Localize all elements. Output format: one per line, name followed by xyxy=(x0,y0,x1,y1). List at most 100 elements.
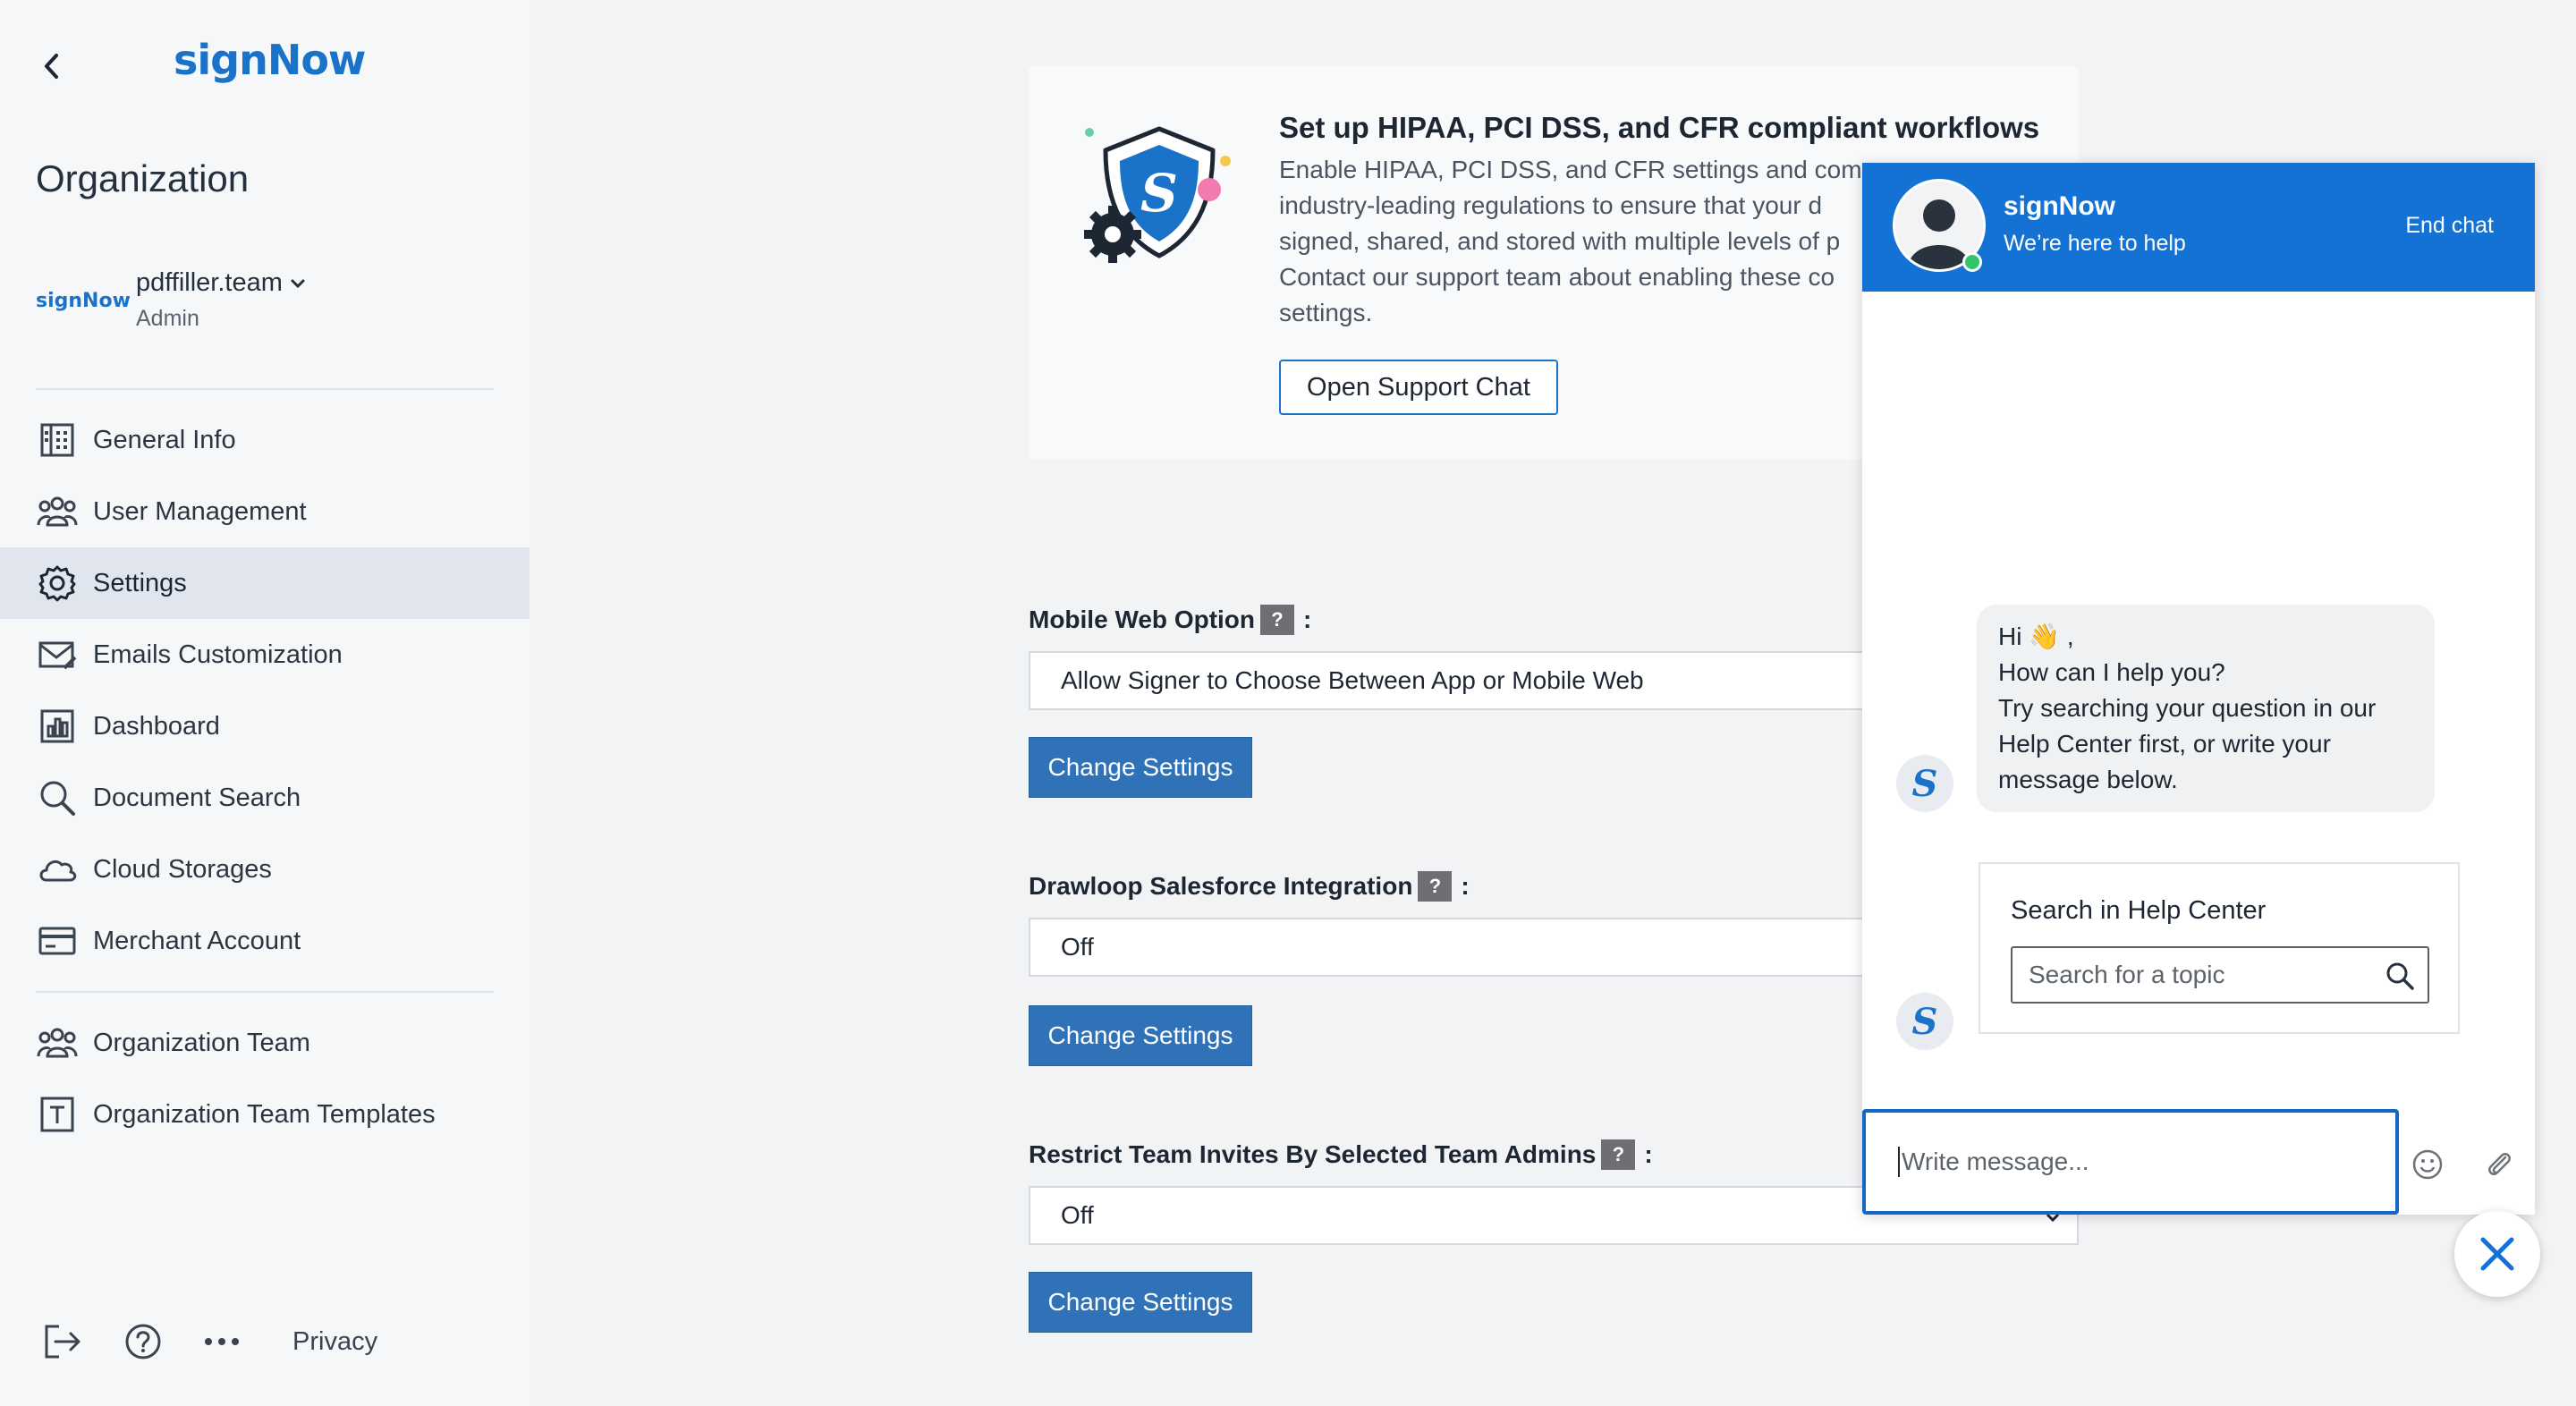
open-support-chat-button[interactable]: Open Support Chat xyxy=(1279,360,1558,415)
message-line: Try searching your question in our xyxy=(1998,694,2377,722)
svg-text:S: S xyxy=(1912,1001,1938,1042)
cloud-icon xyxy=(36,848,79,891)
setting-colon: : xyxy=(1303,606,1312,633)
mobile-web-option-label: Mobile Web Option ? : xyxy=(1029,605,1311,635)
help-icon[interactable] xyxy=(122,1320,165,1363)
more-options-icon[interactable] xyxy=(200,1320,243,1363)
team-name: pdffiller.team xyxy=(136,268,283,297)
chat-header: signNow We’re here to help End chat xyxy=(1862,163,2535,292)
message-line: Help Center first, or write your xyxy=(1998,730,2331,758)
text-caret xyxy=(1898,1147,1900,1177)
sidebar-item-label: User Management xyxy=(93,496,307,526)
sidebar-item-label: Emails Customization xyxy=(93,639,343,669)
credit-card-icon xyxy=(36,919,79,962)
bar-chart-icon xyxy=(36,705,79,748)
chat-title: signNow xyxy=(2004,191,2115,221)
setting-colon: : xyxy=(1461,872,1470,900)
team-switcher[interactable]: signNow pdffiller.team Admin xyxy=(36,265,483,336)
online-status-indicator xyxy=(1962,252,1982,272)
sidebar-item-label: Merchant Account xyxy=(93,926,301,955)
sidebar-item-dashboard[interactable]: Dashboard xyxy=(0,690,530,762)
bot-avatar: S xyxy=(1896,755,1953,812)
message-input[interactable]: Write message... xyxy=(1862,1109,2399,1215)
sidebar-item-organization-team[interactable]: Organization Team xyxy=(0,1007,530,1079)
sidebar-item-label: Organization Team Templates xyxy=(93,1099,436,1129)
setting-label-text: Restrict Team Invites By Selected Team A… xyxy=(1029,1140,1597,1168)
privacy-link[interactable]: Privacy xyxy=(292,1327,377,1357)
paperclip-icon[interactable] xyxy=(2481,1147,2517,1182)
message-line: Hi 👋 , xyxy=(1998,623,2074,650)
sidebar-item-settings[interactable]: Settings xyxy=(0,547,530,619)
search-icon[interactable] xyxy=(2385,961,2415,991)
signnow-s-icon: S xyxy=(1912,1001,1938,1042)
building-icon xyxy=(36,419,79,462)
restrict-team-invites-label: Restrict Team Invites By Selected Team A… xyxy=(1029,1139,1653,1170)
divider xyxy=(36,991,494,993)
team-logo: signNow xyxy=(36,290,131,312)
sidebar-item-general-info[interactable]: General Info xyxy=(0,404,530,476)
close-chat-button[interactable] xyxy=(2454,1211,2540,1297)
sidebar-item-label: Document Search xyxy=(93,783,301,812)
sidebar-item-document-search[interactable]: Document Search xyxy=(0,762,530,834)
sidebar-item-user-management[interactable]: User Management xyxy=(0,476,530,547)
setting-colon: : xyxy=(1644,1140,1653,1168)
select-value: Off xyxy=(1061,933,1094,961)
drawloop-salesforce-label: Drawloop Salesforce Integration ? : xyxy=(1029,871,1470,902)
sidebar: signNow Organization signNow pdffiller.t… xyxy=(0,0,530,1406)
chat-subtitle: We’re here to help xyxy=(2004,231,2186,256)
users-icon xyxy=(36,1021,79,1064)
help-tooltip-icon[interactable]: ? xyxy=(1601,1139,1636,1170)
change-settings-button[interactable]: Change Settings xyxy=(1029,1005,1252,1066)
change-settings-button[interactable]: Change Settings xyxy=(1029,737,1252,798)
svg-text:S: S xyxy=(1912,763,1938,804)
sidebar-item-label: General Info xyxy=(93,425,236,454)
chevron-left-icon xyxy=(45,54,58,79)
shield-illustration: S xyxy=(1079,120,1240,281)
help-tooltip-icon[interactable]: ? xyxy=(1260,605,1295,635)
change-settings-button[interactable]: Change Settings xyxy=(1029,1272,1252,1333)
support-chat-widget: signNow We’re here to help End chat Hi 👋… xyxy=(1862,163,2535,1215)
select-value: Off xyxy=(1061,1201,1094,1229)
sidebar-item-label: Cloud Storages xyxy=(93,854,272,884)
sidebar-item-label: Settings xyxy=(93,568,187,597)
sidebar-item-label: Organization Team xyxy=(93,1028,310,1057)
help-center-title: Search in Help Center xyxy=(2011,896,2267,925)
help-tooltip-icon[interactable]: ? xyxy=(1418,871,1453,902)
bot-greeting-message: Hi 👋 , How can I help you? Try searching… xyxy=(1977,605,2435,812)
divider xyxy=(36,388,494,390)
envelope-icon xyxy=(36,633,79,676)
gear-icon xyxy=(36,562,79,605)
search-placeholder: Search for a topic xyxy=(2029,961,2225,988)
team-name-dropdown[interactable]: pdffiller.team xyxy=(136,268,306,298)
signnow-s-icon: S xyxy=(1912,763,1938,804)
template-icon xyxy=(36,1093,79,1136)
sidebar-item-organization-team-templates[interactable]: Organization Team Templates xyxy=(0,1079,530,1150)
team-role: Admin xyxy=(136,306,199,331)
end-chat-button[interactable]: End chat xyxy=(2405,213,2494,239)
message-line: message below. xyxy=(1998,766,2178,793)
signnow-logo[interactable]: signNow xyxy=(174,36,366,84)
logout-icon[interactable] xyxy=(41,1320,84,1363)
setting-label-text: Drawloop Salesforce Integration xyxy=(1029,872,1413,900)
chevron-down-icon xyxy=(291,279,305,288)
message-placeholder: Write message... xyxy=(1902,1148,2089,1175)
sidebar-footer: Privacy xyxy=(0,1306,530,1377)
sidebar-item-emails-customization[interactable]: Emails Customization xyxy=(0,619,530,690)
svg-text:S: S xyxy=(1140,163,1178,224)
sidebar-item-label: Dashboard xyxy=(93,711,220,741)
message-line: How can I help you? xyxy=(1998,658,2225,686)
bot-avatar: S xyxy=(1896,993,1953,1050)
setting-label-text: Mobile Web Option xyxy=(1029,606,1256,633)
sidebar-item-merchant-account[interactable]: Merchant Account xyxy=(0,905,530,977)
emoji-icon[interactable] xyxy=(2410,1147,2445,1182)
promo-title: Set up HIPAA, PCI DSS, and CFR compliant… xyxy=(1279,111,2040,144)
sidebar-item-cloud-storages[interactable]: Cloud Storages xyxy=(0,834,530,905)
select-value: Allow Signer to Choose Between App or Mo… xyxy=(1061,666,1644,694)
users-icon xyxy=(36,490,79,533)
help-center-search-input[interactable]: Search for a topic xyxy=(2011,946,2429,1004)
close-icon xyxy=(2480,1237,2514,1271)
search-icon xyxy=(36,776,79,819)
help-center-card: Search in Help Center Search for a topic xyxy=(1979,862,2460,1034)
back-button[interactable] xyxy=(36,47,68,86)
page-section-title: Organization xyxy=(36,157,250,199)
